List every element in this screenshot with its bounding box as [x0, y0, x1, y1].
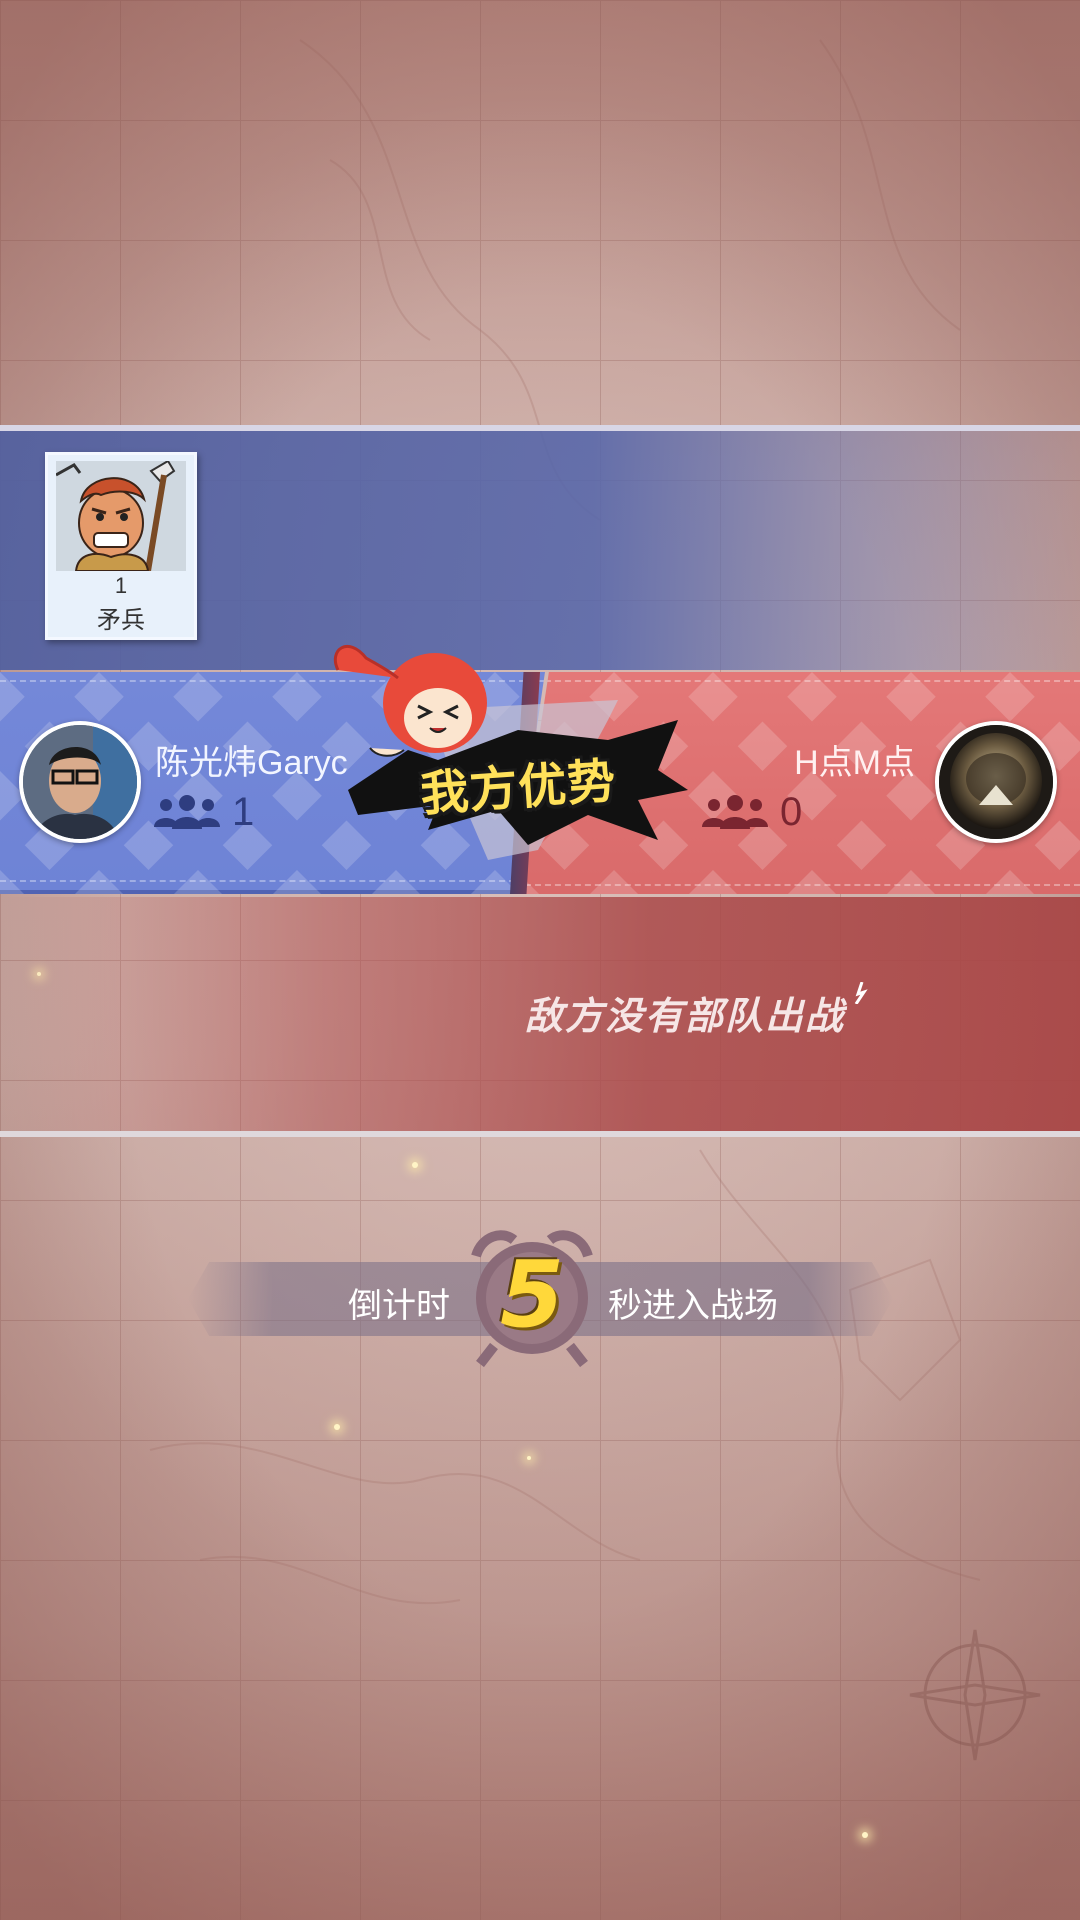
sparkle	[334, 1424, 340, 1430]
countdown-suffix: 秒进入战场	[608, 1287, 778, 1325]
unit-name: 矛兵	[97, 607, 145, 634]
countdown-seconds: 5	[499, 1241, 564, 1348]
player-left-troop-count: 1	[232, 790, 255, 834]
troops-icon	[154, 795, 220, 829]
troops-icon	[702, 795, 768, 829]
advantage-text: 我方优势	[418, 753, 619, 823]
unit-count: 1	[114, 573, 128, 598]
player-left-avatar[interactable]	[19, 721, 141, 843]
player-right-troop-count: 0	[780, 790, 803, 834]
player-right-name: H点M点	[794, 744, 915, 782]
sparkle	[862, 1832, 868, 1838]
spearman-portrait-icon	[56, 461, 186, 571]
unit-card-spearman[interactable]: 1 矛兵	[45, 452, 197, 640]
player-right-avatar[interactable]	[935, 721, 1057, 843]
countdown-prefix: 倒计时	[348, 1287, 450, 1325]
spark-icon	[854, 982, 868, 1004]
sparkle	[412, 1162, 418, 1168]
enemy-status-message: 敌方没有部队出战	[524, 996, 845, 1038]
sparkle	[527, 1456, 531, 1460]
compass-icon	[909, 1629, 1041, 1761]
